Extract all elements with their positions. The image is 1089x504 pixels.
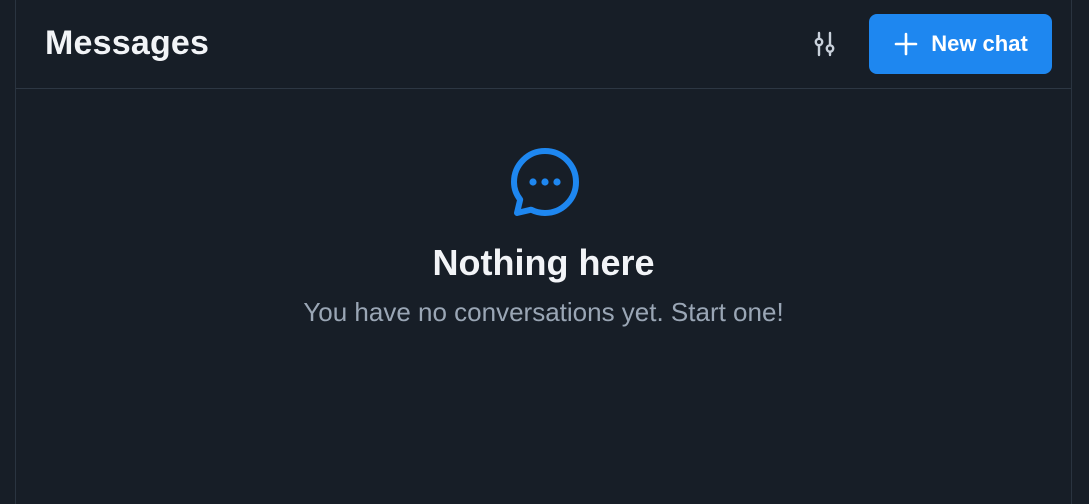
- page: Messages New chat Nothing here You have …: [0, 0, 1089, 504]
- chat-bubble-dots-icon: [511, 148, 579, 216]
- empty-state: Nothing here You have no conversations y…: [16, 89, 1071, 504]
- new-chat-label: New chat: [931, 31, 1028, 56]
- empty-state-title: Nothing here: [432, 242, 655, 283]
- new-chat-button[interactable]: New chat: [869, 14, 1052, 74]
- page-title: Messages: [45, 24, 210, 62]
- filter-button[interactable]: [804, 24, 844, 64]
- sliders-icon: [814, 31, 835, 57]
- empty-state-subtitle: You have no conversations yet. Start one…: [303, 297, 784, 327]
- plus-icon: [894, 32, 918, 56]
- messages-header: Messages New chat: [16, 0, 1071, 89]
- messages-panel: Messages New chat Nothing here You have …: [15, 0, 1072, 504]
